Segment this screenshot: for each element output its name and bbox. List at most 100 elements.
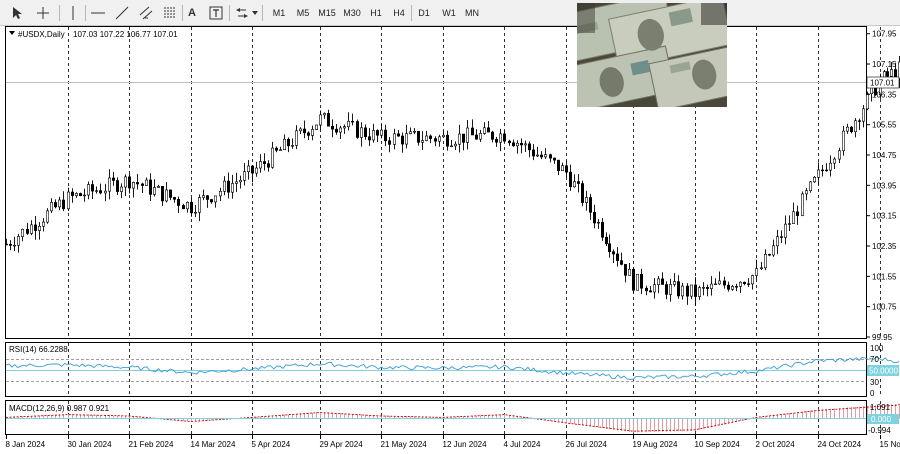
timeframe-w1[interactable]: W1 xyxy=(438,3,460,23)
candle-body xyxy=(95,190,99,192)
candle-body xyxy=(53,202,57,208)
candle-body xyxy=(202,195,206,198)
candle-body xyxy=(387,140,391,145)
candle-body xyxy=(763,254,767,269)
candle-body xyxy=(149,179,153,195)
horizontal-line-icon[interactable] xyxy=(88,3,108,23)
timeframe-d1[interactable]: D1 xyxy=(414,3,434,23)
date-label: 30 Jan 2024 xyxy=(68,440,113,449)
candle-body xyxy=(494,138,498,143)
candle-body xyxy=(709,283,713,289)
chart-area[interactable]: #USDX,Daily 107.03 107.22 106.77 107.01 … xyxy=(0,26,900,454)
candle-body xyxy=(767,254,771,256)
channel-icon[interactable] xyxy=(136,3,156,23)
candle-body xyxy=(685,285,689,297)
price-label: 103.15 xyxy=(872,212,897,221)
candle-body xyxy=(754,268,758,276)
candle-body xyxy=(631,268,635,291)
candle-body xyxy=(87,184,91,196)
date-label: 2 Oct 2024 xyxy=(756,440,796,449)
candle-body xyxy=(445,134,449,147)
candle-body xyxy=(286,138,290,147)
candle-body xyxy=(363,127,367,138)
candle-body xyxy=(379,129,383,136)
cursor-icon[interactable] xyxy=(7,3,27,23)
candle-body xyxy=(572,181,576,188)
timeframe-m1[interactable]: M1 xyxy=(267,3,291,23)
candle-body xyxy=(91,184,95,192)
candle-body xyxy=(141,183,145,186)
candle-body xyxy=(596,221,600,224)
candle-body xyxy=(83,194,87,197)
candle-body xyxy=(37,226,41,231)
candle-body xyxy=(182,205,186,210)
candle-body xyxy=(9,243,13,246)
candle-body xyxy=(428,135,432,139)
candle-body xyxy=(449,145,453,148)
arrows-icon[interactable] xyxy=(233,3,251,23)
candle-body xyxy=(294,130,298,146)
candle-body xyxy=(330,125,334,130)
candle-body xyxy=(247,165,251,173)
candle-body xyxy=(511,142,515,147)
macd-axis-high: 1.091 xyxy=(870,403,891,412)
candle-body xyxy=(832,158,836,164)
candle-body xyxy=(865,93,869,110)
candle-body xyxy=(190,202,194,214)
price-label: 104.75 xyxy=(872,151,897,160)
date-label: 5 Apr 2024 xyxy=(252,440,291,449)
timeframe-m15[interactable]: M15 xyxy=(315,3,339,23)
candle-body xyxy=(474,134,478,140)
fibonacci-icon[interactable] xyxy=(160,3,180,23)
text-icon[interactable]: A xyxy=(184,3,200,23)
candle-body xyxy=(584,197,588,203)
crosshair-icon[interactable] xyxy=(33,3,53,23)
candle-body xyxy=(543,154,547,158)
candle-body xyxy=(227,180,231,193)
candle-body xyxy=(775,236,779,247)
candle-body xyxy=(165,189,169,202)
candle-body xyxy=(424,135,428,141)
candle-body xyxy=(290,145,294,147)
candle-body xyxy=(132,182,136,189)
candle-body xyxy=(552,157,556,161)
candle-body xyxy=(771,245,775,256)
timeframe-h1[interactable]: H1 xyxy=(365,3,387,23)
candle-body xyxy=(302,128,306,134)
candle-body xyxy=(515,142,519,147)
candle-body xyxy=(849,126,853,133)
symbol-name: #USDX,Daily xyxy=(18,30,65,39)
vertical-line-icon[interactable] xyxy=(63,3,83,23)
candle-body xyxy=(791,211,795,224)
timeframe-h4[interactable]: H4 xyxy=(388,3,410,23)
candle-body xyxy=(820,169,824,172)
candle-body xyxy=(564,165,568,173)
candle-body xyxy=(535,154,539,157)
trendline-icon[interactable] xyxy=(112,3,132,23)
candle-body xyxy=(437,136,441,142)
candle-body xyxy=(482,127,486,134)
candle-body xyxy=(656,278,660,286)
candle-body xyxy=(157,186,161,188)
candle-body xyxy=(355,121,359,138)
timeframe-m30[interactable]: M30 xyxy=(339,3,365,23)
candle-body xyxy=(619,260,623,265)
candle-body xyxy=(278,149,282,151)
date-label: 21 May 2024 xyxy=(381,440,428,449)
candle-body xyxy=(539,154,543,158)
date-label: 14 Mar 2024 xyxy=(191,440,236,449)
price-label: 102.35 xyxy=(872,242,897,251)
date-label: 12 Jun 2024 xyxy=(443,440,488,449)
text-label-icon[interactable] xyxy=(206,3,226,23)
candle-body xyxy=(556,159,560,172)
timeframe-m5[interactable]: M5 xyxy=(291,3,315,23)
timeframe-mn[interactable]: MN xyxy=(460,3,484,23)
candle-body xyxy=(210,199,214,203)
candle-body xyxy=(120,186,124,192)
dropdown-icon[interactable] xyxy=(251,3,259,23)
candle-body xyxy=(231,183,235,193)
candle-body xyxy=(79,193,83,196)
candle-body xyxy=(124,176,128,188)
candle-body xyxy=(861,108,865,122)
candle-body xyxy=(889,69,893,77)
